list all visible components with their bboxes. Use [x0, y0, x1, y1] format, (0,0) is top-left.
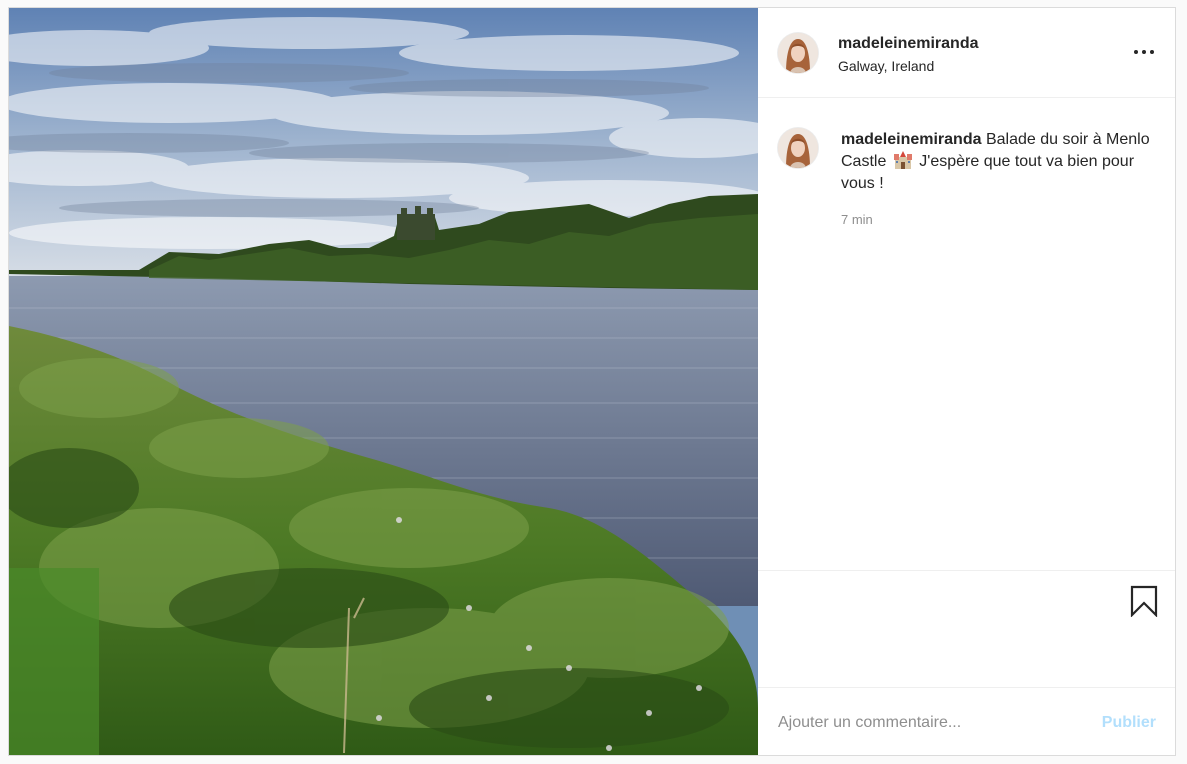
bookmark-icon[interactable]	[1130, 585, 1158, 618]
post-header: madeleinemiranda Galway, Ireland	[758, 8, 1175, 98]
comment-input[interactable]	[778, 708, 1078, 738]
post-timestamp[interactable]: 7 min	[841, 212, 873, 227]
caption-section: madeleinemiranda Balade du soir à Menlo …	[758, 98, 1175, 570]
profile-photo-icon	[778, 128, 818, 168]
post-card: madeleinemiranda Galway, Ireland madelei…	[8, 7, 1176, 756]
post-caption: madeleinemiranda Balade du soir à Menlo …	[841, 129, 1151, 195]
post-side-panel: madeleinemiranda Galway, Ireland madelei…	[758, 8, 1175, 755]
castle-emoji-icon	[893, 151, 913, 169]
post-actions	[758, 570, 1175, 687]
river-landscape-photo	[9, 8, 758, 755]
post-image[interactable]	[9, 8, 758, 755]
post-username[interactable]: madeleinemiranda	[838, 35, 979, 53]
post-location[interactable]: Galway, Ireland	[838, 58, 934, 74]
more-options-icon[interactable]	[1132, 46, 1156, 60]
caption-username[interactable]: madeleinemiranda	[841, 131, 982, 148]
comment-bar: Publier	[758, 687, 1175, 755]
avatar[interactable]	[778, 33, 818, 73]
caption-avatar[interactable]	[778, 128, 818, 168]
publish-button[interactable]: Publier	[1102, 714, 1156, 732]
profile-photo-icon	[778, 33, 818, 73]
